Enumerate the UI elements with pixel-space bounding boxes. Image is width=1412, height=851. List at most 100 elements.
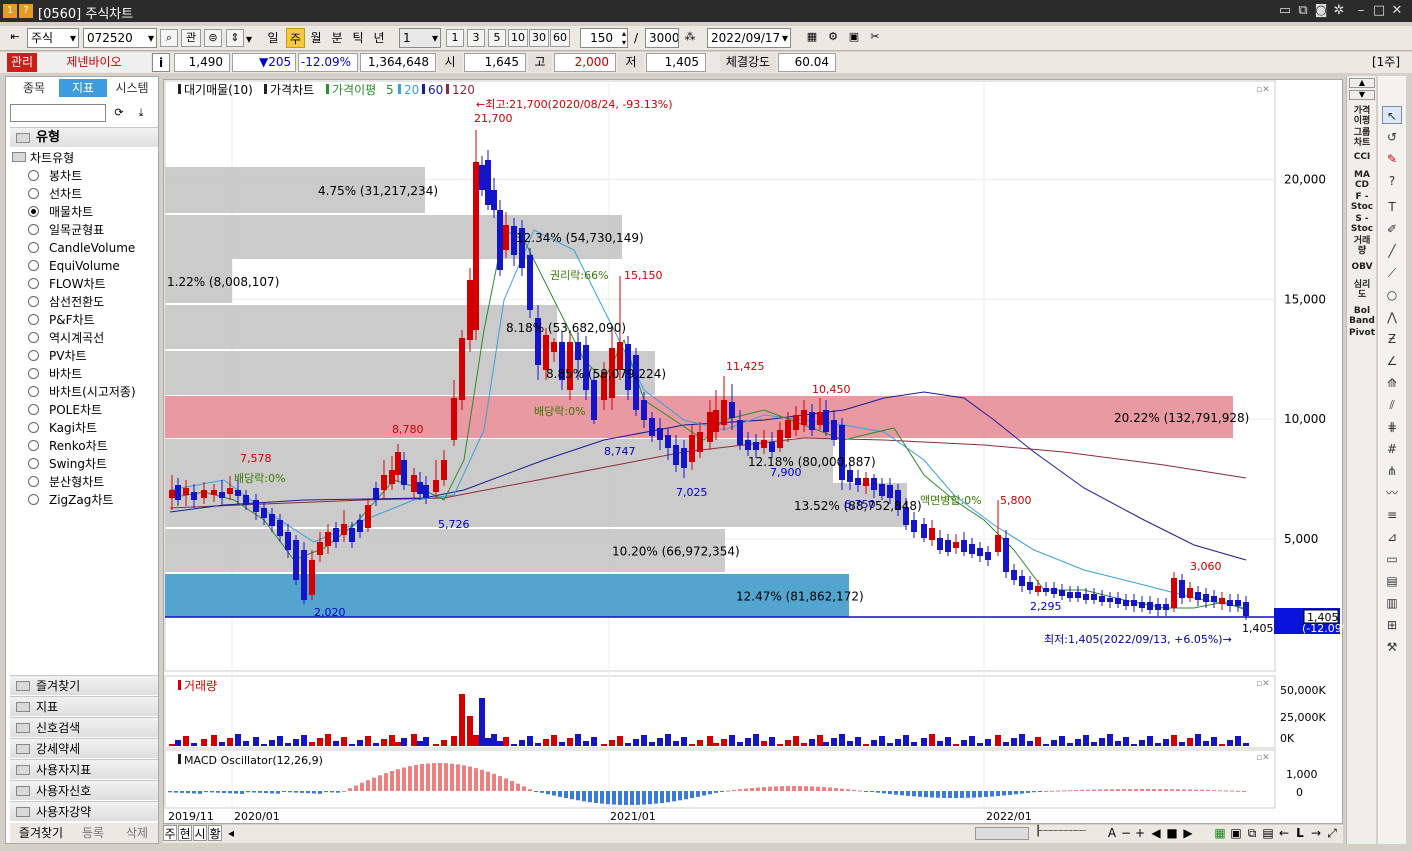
indicator-button[interactable]: Bol Band bbox=[1349, 306, 1375, 326]
radio-icon[interactable] bbox=[28, 440, 39, 451]
legend-price[interactable]: 가격차트 bbox=[270, 83, 314, 97]
chart-type-item[interactable]: 봉차트 bbox=[28, 167, 82, 185]
gear-icon[interactable]: ⚙ bbox=[824, 29, 842, 47]
radio-icon[interactable] bbox=[28, 404, 39, 415]
section-header[interactable]: 즐겨찾기 bbox=[10, 675, 158, 695]
legend-ma20[interactable]: 20 bbox=[404, 83, 419, 97]
line-icon[interactable]: ╱ bbox=[1382, 242, 1402, 260]
channel-icon[interactable]: ⫽ bbox=[1382, 396, 1402, 414]
indicator-button[interactable]: F - Stoc bbox=[1349, 192, 1375, 212]
tab-current[interactable]: 현 bbox=[178, 825, 192, 841]
scroll-up-icon[interactable]: ▲ bbox=[1349, 78, 1375, 88]
tab-system[interactable]: 시스템 bbox=[108, 79, 156, 97]
chart-type-item[interactable]: 분산형차트 bbox=[28, 473, 104, 491]
download-icon[interactable]: ⤓ bbox=[132, 105, 150, 123]
indicator-button[interactable]: OBV bbox=[1349, 262, 1375, 272]
chart-type-item[interactable]: Renko차트 bbox=[28, 437, 108, 455]
forward-icon[interactable]: → bbox=[1309, 825, 1323, 841]
total-input[interactable]: 3000 bbox=[645, 28, 679, 48]
panel-control-icon[interactable]: ▫✕ bbox=[1256, 679, 1270, 689]
legend-ma60[interactable]: 60 bbox=[428, 83, 443, 97]
grid-icon[interactable]: ⁂ bbox=[681, 29, 699, 47]
chart-type-item[interactable]: 바차트(시고저종) bbox=[28, 383, 136, 401]
radio-icon[interactable] bbox=[28, 206, 39, 217]
count-input[interactable]: 150 ▴ ▾ bbox=[580, 28, 628, 48]
macd-panel[interactable] bbox=[164, 749, 1276, 809]
link-icon[interactable]: ▭ bbox=[1276, 2, 1294, 20]
compare-icon[interactable]: ⊞ bbox=[1382, 616, 1402, 634]
macd-title[interactable]: MACD Oscillator(12,26,9) bbox=[184, 754, 323, 767]
stop-icon[interactable]: ■ bbox=[1165, 825, 1179, 841]
chart-type-item[interactable]: 매물차트 bbox=[28, 203, 93, 221]
doc-icon[interactable]: ▤ bbox=[1382, 572, 1402, 590]
tab-status[interactable]: 황 bbox=[208, 825, 222, 841]
section-header[interactable]: 강세약세 bbox=[10, 738, 158, 758]
scrollbar[interactable] bbox=[975, 827, 1029, 840]
kwan-button[interactable]: 관 bbox=[181, 29, 201, 47]
indicator-button[interactable]: 그룹 차트 bbox=[1349, 128, 1375, 148]
radio-icon[interactable] bbox=[28, 368, 39, 379]
z-icon[interactable]: Ƶ bbox=[1382, 330, 1402, 348]
chart-type-item[interactable]: ZigZag차트 bbox=[28, 491, 113, 509]
tab-market[interactable]: 시 bbox=[193, 825, 207, 841]
radio-icon[interactable] bbox=[28, 458, 39, 469]
indicator-button[interactable]: CCI bbox=[1349, 152, 1375, 162]
chart-type-item[interactable]: PV차트 bbox=[28, 347, 87, 365]
radio-icon[interactable] bbox=[28, 422, 39, 433]
period-minute[interactable]: 분 bbox=[327, 28, 347, 48]
section-header[interactable]: 사용자지표 bbox=[10, 759, 158, 779]
indicator-button[interactable]: 가격 이평 bbox=[1349, 106, 1375, 126]
expand-icon[interactable]: ⤢ bbox=[1325, 825, 1339, 841]
volume-title[interactable]: 거래량 bbox=[184, 679, 217, 693]
group-header[interactable]: 유형 bbox=[10, 127, 158, 147]
tab-stocks[interactable]: 종목 bbox=[10, 79, 58, 97]
radio-icon[interactable] bbox=[28, 224, 39, 235]
refresh-icon[interactable]: ⟳ bbox=[110, 105, 128, 123]
search-input[interactable] bbox=[10, 104, 106, 122]
zigzag-icon[interactable]: 〰 bbox=[1382, 484, 1402, 502]
settings-icon[interactable]: ✲ bbox=[1330, 2, 1348, 20]
log-icon[interactable]: L bbox=[1293, 825, 1307, 841]
zoom-slider[interactable]: ┠┄┄┄┄┄┄┄┄┄ bbox=[1035, 826, 1103, 841]
circle-icon[interactable]: ○ bbox=[1382, 286, 1402, 304]
help-icon[interactable]: ? bbox=[19, 4, 33, 18]
copy-icon[interactable]: ⧉ bbox=[1294, 2, 1312, 20]
chart-area[interactable]: 1,405 (-12.09%) 20,000 15,000 10,000 5,000 4.7… bbox=[163, 79, 1357, 825]
fan-icon[interactable]: ⟰ bbox=[1382, 374, 1402, 392]
chart-type-item[interactable]: 선차트 bbox=[28, 185, 82, 203]
chart-settings-icon[interactable]: ▦ bbox=[803, 29, 821, 47]
radio-icon[interactable] bbox=[28, 296, 39, 307]
chart-type-item[interactable]: Kagi차트 bbox=[28, 419, 97, 437]
search-icon[interactable]: ⌕ bbox=[160, 29, 178, 47]
period-month[interactable]: 월 bbox=[306, 28, 326, 48]
save-icon[interactable]: ▣ bbox=[1229, 825, 1243, 841]
section-header[interactable]: 지표 bbox=[10, 696, 158, 716]
chart-svg[interactable]: 1,405 (-12.09%) 20,000 15,000 10,000 5,000 4.7… bbox=[164, 80, 1357, 825]
text-icon[interactable]: T bbox=[1382, 198, 1402, 216]
legend-ma120[interactable]: 120 bbox=[452, 83, 475, 97]
wave-icon[interactable]: ⋀ bbox=[1382, 308, 1402, 326]
num-1-button[interactable]: 1 bbox=[446, 29, 464, 47]
favorites-button[interactable]: 즐겨찾기 bbox=[12, 823, 70, 843]
radio-icon[interactable] bbox=[28, 494, 39, 505]
num-10-button[interactable]: 10 bbox=[508, 29, 528, 47]
scroll-left-icon[interactable]: ◂ bbox=[225, 825, 237, 841]
chart-type-item[interactable]: 바차트 bbox=[28, 365, 82, 383]
panel-control-icon[interactable]: ▫✕ bbox=[1256, 753, 1270, 763]
cursor-icon[interactable]: ↖ bbox=[1382, 106, 1402, 124]
next-icon[interactable]: ▶ bbox=[1181, 825, 1195, 841]
bar-chart-icon[interactable]: ▥ bbox=[1382, 594, 1402, 612]
chevron-down-icon[interactable]: ▾ bbox=[244, 29, 254, 49]
pencil-icon[interactable]: ✐ bbox=[1382, 220, 1402, 238]
section-header[interactable]: 신호검색 bbox=[10, 717, 158, 737]
prev-icon[interactable]: ◀ bbox=[1149, 825, 1163, 841]
scroll-down-icon[interactable]: ▼ bbox=[1349, 90, 1375, 100]
fibo-icon[interactable]: ⋕ bbox=[1382, 418, 1402, 436]
num-60-button[interactable]: 60 bbox=[550, 29, 570, 47]
save-icon[interactable]: ▣ bbox=[845, 29, 863, 47]
tools-icon[interactable]: ✂ bbox=[866, 29, 884, 47]
indicator-button[interactable]: Pivot bbox=[1349, 328, 1375, 338]
date-input[interactable]: 2022/09/17 ▾ bbox=[707, 28, 791, 48]
chart-type-item[interactable]: FLOW차트 bbox=[28, 275, 106, 293]
trendline-icon[interactable]: ⟋ bbox=[1382, 264, 1402, 282]
